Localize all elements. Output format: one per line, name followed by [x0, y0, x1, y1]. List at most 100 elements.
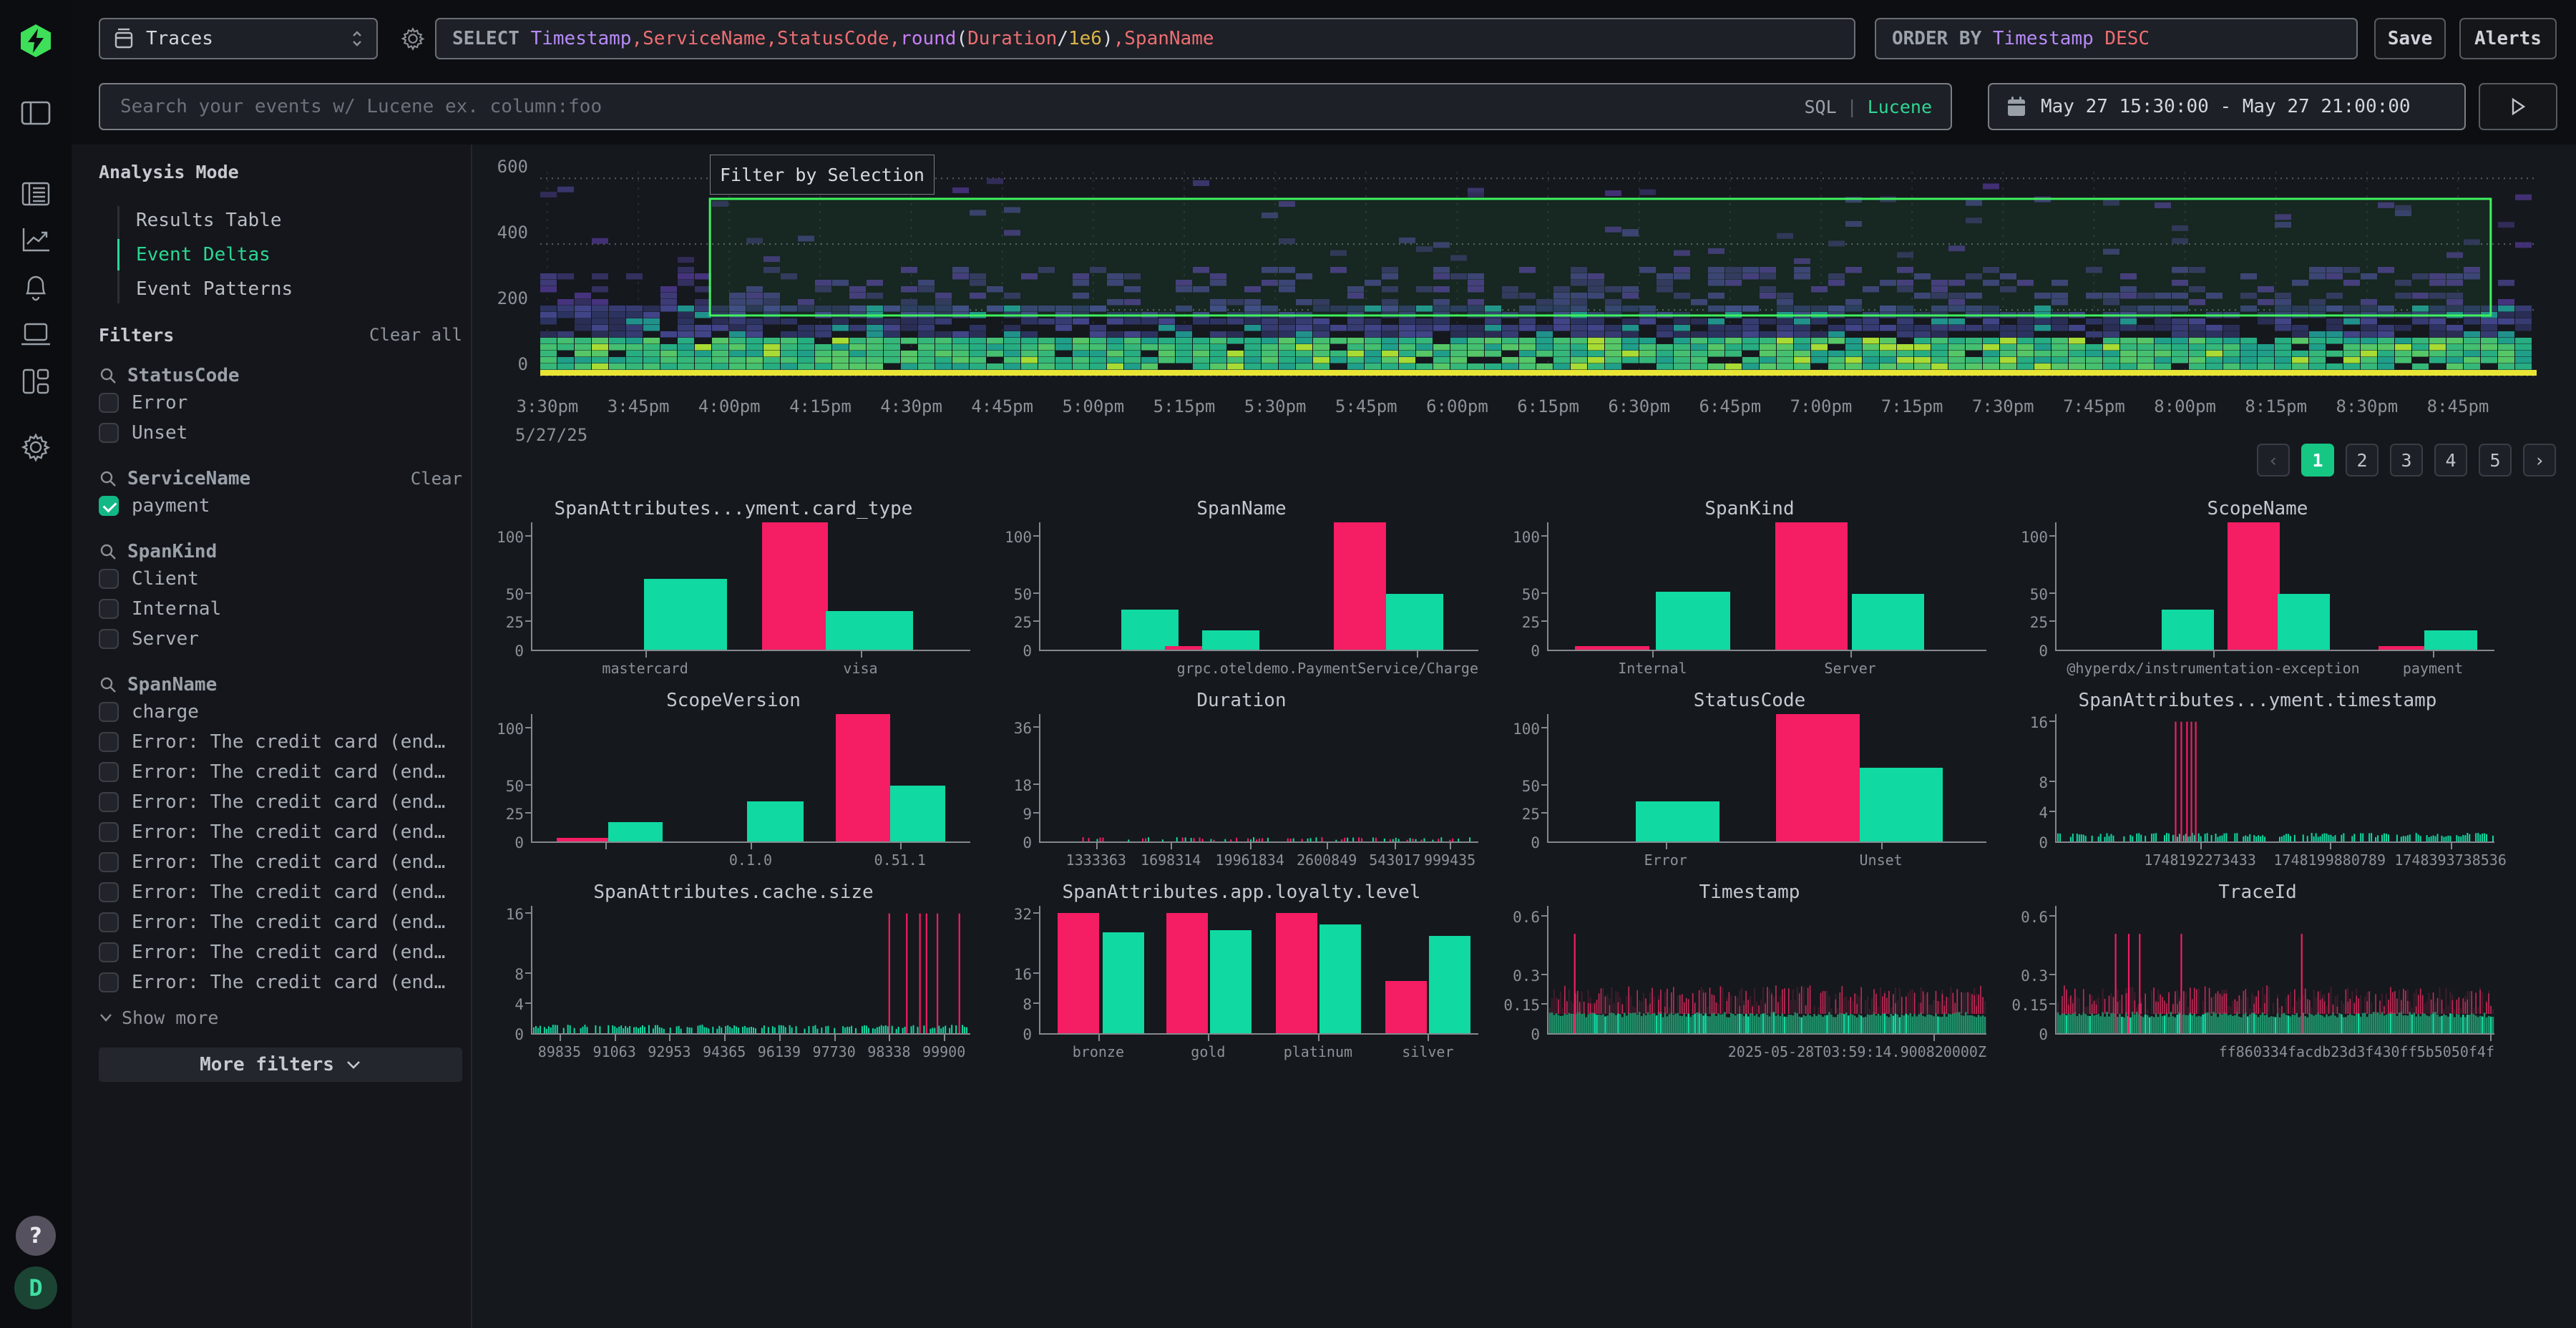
bar-outlier[interactable]: [1334, 522, 1386, 650]
bar-inlier[interactable]: [2424, 630, 2477, 650]
select-query-input[interactable]: SELECT Timestamp,ServiceName,StatusCode,…: [435, 18, 1855, 59]
alerts-button[interactable]: Alerts: [2459, 18, 2557, 59]
page-button-4[interactable]: 4: [2434, 444, 2467, 477]
search-icon[interactable]: [99, 542, 117, 561]
filter-option[interactable]: Error: The credit card (end…: [99, 787, 462, 817]
filter-option[interactable]: Error: The credit card (end…: [99, 907, 462, 937]
bar-outlier[interactable]: [1276, 913, 1317, 1033]
delta-chart-7[interactable]: SpanAttributes...yment.timestamp04816174…: [2011, 684, 2504, 876]
filter-group-clear-link[interactable]: Clear: [411, 469, 462, 489]
more-filters-button[interactable]: More filters: [99, 1048, 462, 1082]
checkbox[interactable]: [99, 569, 119, 589]
orderby-input[interactable]: ORDER BY Timestamp DESC: [1875, 18, 2358, 59]
run-query-button[interactable]: [2479, 83, 2557, 130]
bar-inlier[interactable]: [644, 579, 727, 650]
bar-inlier[interactable]: [1386, 594, 1443, 650]
bar-inlier[interactable]: [1636, 801, 1719, 841]
bar-inlier[interactable]: [747, 801, 804, 841]
bar-outlier[interactable]: [557, 838, 609, 841]
sessions-laptop-icon[interactable]: [20, 322, 52, 348]
checkbox[interactable]: [99, 972, 119, 992]
bar-outlier[interactable]: [836, 714, 891, 841]
query-settings-gear-icon[interactable]: [401, 26, 425, 51]
filter-option[interactable]: payment: [99, 491, 462, 521]
filter-by-selection-tooltip[interactable]: Filter by Selection: [710, 155, 935, 195]
hyperdx-logo-icon[interactable]: [17, 22, 54, 59]
bar-outlier[interactable]: [1575, 646, 1649, 650]
bar-inlier[interactable]: [1656, 592, 1730, 650]
bar-inlier[interactable]: [1121, 610, 1179, 650]
alerts-bell-icon[interactable]: [22, 273, 49, 302]
events-heatmap[interactable]: [540, 172, 2537, 379]
bar-inlier[interactable]: [1210, 930, 1252, 1033]
search-events-icon[interactable]: [21, 182, 50, 206]
help-button[interactable]: ?: [16, 1216, 56, 1256]
page-button-5[interactable]: 5: [2479, 444, 2512, 477]
filter-option[interactable]: Error: The credit card (end…: [99, 877, 462, 907]
filter-option[interactable]: Client: [99, 564, 462, 594]
checkbox[interactable]: [99, 629, 119, 649]
delta-chart-6[interactable]: StatusCode02550100ErrorUnset: [1503, 684, 1996, 876]
user-avatar[interactable]: D: [14, 1266, 57, 1309]
bar-inlier[interactable]: [1103, 932, 1144, 1033]
bar-outlier[interactable]: [1058, 913, 1099, 1033]
bar-inlier[interactable]: [1319, 924, 1361, 1033]
search-box[interactable]: SQL | Lucene: [99, 83, 1952, 130]
filter-option[interactable]: Error: The credit card (end…: [99, 727, 462, 757]
page-button-1[interactable]: 1: [2301, 444, 2334, 477]
filter-option[interactable]: charge: [99, 697, 462, 727]
delta-chart-9[interactable]: SpanAttributes.app.loyalty.level081632br…: [995, 876, 1488, 1068]
checkbox-checked[interactable]: [99, 496, 119, 516]
search-icon[interactable]: [99, 469, 117, 488]
mode-item-event-patterns[interactable]: Event Patterns: [99, 272, 462, 306]
checkbox[interactable]: [99, 599, 119, 619]
bar-inlier[interactable]: [1429, 936, 1470, 1033]
chart-icon[interactable]: [21, 227, 50, 253]
checkbox[interactable]: [99, 882, 119, 902]
filter-option[interactable]: Error: [99, 388, 462, 418]
checkbox[interactable]: [99, 912, 119, 932]
bar-inlier[interactable]: [2278, 594, 2330, 650]
delta-chart-11[interactable]: TraceId00.150.30.6ff860334facdb23d3f430f…: [2011, 876, 2504, 1068]
bar-outlier[interactable]: [1776, 714, 1859, 841]
bar-outlier[interactable]: [1775, 522, 1848, 650]
delta-chart-10[interactable]: Timestamp00.150.30.62025-05-28T03:59:14.…: [1503, 876, 1996, 1068]
mode-item-results-table[interactable]: Results Table: [99, 203, 462, 238]
search-icon[interactable]: [99, 675, 117, 694]
checkbox[interactable]: [99, 732, 119, 752]
bar-inlier[interactable]: [2162, 610, 2214, 650]
delta-chart-1[interactable]: SpanName02550100grpc.oteldemo.PaymentSer…: [995, 492, 1488, 684]
checkbox[interactable]: [99, 423, 119, 443]
filter-option[interactable]: Error: The credit card (end…: [99, 937, 462, 967]
page-prev-button[interactable]: ‹: [2257, 444, 2290, 477]
sidebar-toggle-icon[interactable]: [21, 100, 51, 126]
team-settings-gear-icon[interactable]: [21, 432, 51, 462]
checkbox[interactable]: [99, 942, 119, 962]
search-input[interactable]: [119, 95, 1804, 118]
checkbox[interactable]: [99, 852, 119, 872]
lang-lucene-toggle[interactable]: Lucene: [1868, 97, 1932, 117]
filter-option[interactable]: Error: The credit card (end…: [99, 967, 462, 997]
filter-option[interactable]: Unset: [99, 418, 462, 448]
bar-inlier[interactable]: [1202, 630, 1259, 650]
date-range-picker[interactable]: May 27 15:30:00 - May 27 21:00:00: [1988, 83, 2466, 130]
delta-chart-3[interactable]: ScopeName02550100@hyperdx/instrumentatio…: [2011, 492, 2504, 684]
page-next-button[interactable]: ›: [2523, 444, 2556, 477]
delta-chart-2[interactable]: SpanKind02550100InternalServer: [1503, 492, 1996, 684]
bar-outlier[interactable]: [2379, 646, 2426, 650]
filter-option[interactable]: Error: The credit card (end…: [99, 847, 462, 877]
mode-item-event-deltas[interactable]: Event Deltas: [99, 238, 462, 272]
checkbox[interactable]: [99, 762, 119, 782]
checkbox[interactable]: [99, 702, 119, 722]
checkbox[interactable]: [99, 393, 119, 413]
filter-option[interactable]: Server: [99, 624, 462, 654]
dashboards-icon[interactable]: [21, 367, 50, 396]
filter-option[interactable]: Error: The credit card (end…: [99, 817, 462, 847]
checkbox[interactable]: [99, 822, 119, 842]
checkbox[interactable]: [99, 792, 119, 812]
bar-inlier[interactable]: [608, 822, 663, 841]
clear-all-link[interactable]: Clear all: [369, 325, 462, 345]
page-button-2[interactable]: 2: [2346, 444, 2379, 477]
bar-inlier[interactable]: [1852, 594, 1924, 650]
bar-inlier[interactable]: [826, 611, 913, 650]
